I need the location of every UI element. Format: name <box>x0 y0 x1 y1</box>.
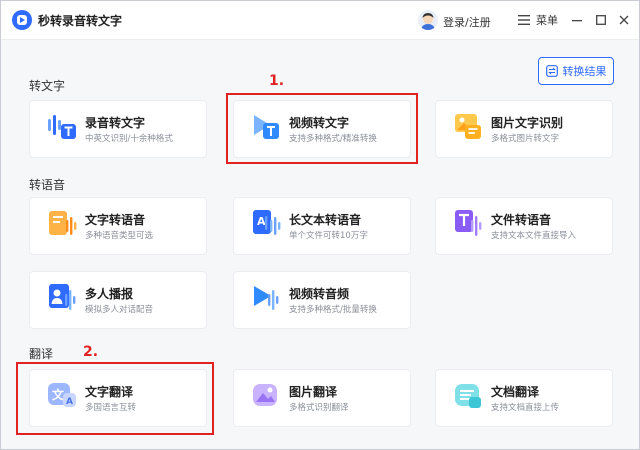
card-subtitle: 多格式图片转文字 <box>491 134 560 144</box>
card-file-to-speech[interactable]: 文件转语音 支持文本文件直接导入 <box>435 197 613 255</box>
card-subtitle: 模拟多人对话配音 <box>85 305 154 315</box>
section-title-to-text: 转文字 <box>29 79 66 93</box>
card-long-text-to-speech[interactable]: A 长文本转语音 单个文件可转10万字 <box>233 197 411 255</box>
conversion-result-label: 转换结果 <box>562 65 607 78</box>
conversion-result-button[interactable]: 转换结果 <box>538 57 614 85</box>
card-multi-voice[interactable]: 多人播报 模拟多人对话配音 <box>29 271 207 329</box>
app-title: 秒转录音转文字 <box>38 14 123 28</box>
annotation-step-2: 2. <box>83 344 99 360</box>
menu-label: 菜单 <box>536 14 558 27</box>
svg-text:A: A <box>257 215 266 228</box>
doc-translate-icon <box>455 384 481 408</box>
text-speech-icon <box>49 211 77 235</box>
minimize-button[interactable] <box>568 11 586 29</box>
login-link[interactable]: 登录/注册 <box>443 14 491 30</box>
card-title: 图片文字识别 <box>491 116 564 130</box>
card-subtitle: 支持多种格式/批量转换 <box>289 305 377 315</box>
menu-icon <box>518 15 530 25</box>
card-subtitle: 单个文件可转10万字 <box>289 231 368 241</box>
menu-button[interactable]: 菜单 <box>518 10 558 30</box>
card-subtitle: 支持文档直接上传 <box>491 403 560 413</box>
card-subtitle: 支持文本文件直接导入 <box>491 231 577 241</box>
card-subtitle: 多种语音类型可选 <box>85 231 154 241</box>
audio-waveform-icon <box>48 115 76 139</box>
highlight-box-2 <box>16 362 214 435</box>
long-text-speech-icon: A <box>253 210 281 235</box>
card-title: 文档翻译 <box>491 385 540 399</box>
maximize-icon <box>596 15 606 25</box>
card-title: 图片翻译 <box>289 385 338 399</box>
avatar[interactable] <box>418 10 438 30</box>
card-title: 多人播报 <box>85 287 134 301</box>
image-translate-icon <box>253 384 277 406</box>
card-subtitle: 多格式识别翻译 <box>289 403 349 413</box>
card-image-translate[interactable]: 图片翻译 多格式识别翻译 <box>233 369 411 427</box>
close-icon <box>619 15 629 25</box>
close-button[interactable] <box>615 11 633 29</box>
card-title: 长文本转语音 <box>289 213 362 227</box>
card-doc-translate[interactable]: 文档翻译 支持文档直接上传 <box>435 369 613 427</box>
card-subtitle: 中英文识别/十余种格式 <box>85 134 173 144</box>
maximize-button[interactable] <box>592 11 610 29</box>
image-text-icon <box>455 114 481 139</box>
file-speech-icon <box>455 210 482 236</box>
section-title-translate: 翻译 <box>29 347 54 361</box>
minimize-icon <box>572 20 582 22</box>
card-audio-to-text[interactable]: 录音转文字 中英文识别/十余种格式 <box>29 100 207 158</box>
card-title: 录音转文字 <box>85 116 146 130</box>
card-image-ocr[interactable]: 图片文字识别 多格式图片转文字 <box>435 100 613 158</box>
section-title-to-speech: 转语音 <box>29 178 66 192</box>
card-title: 文件转语音 <box>491 213 552 227</box>
app-logo-icon <box>12 10 32 30</box>
card-title: 视频转音频 <box>289 287 350 301</box>
card-text-to-speech[interactable]: 文字转语音 多种语音类型可选 <box>29 197 207 255</box>
card-title: 文字转语音 <box>85 213 146 227</box>
result-icon <box>545 65 558 77</box>
highlight-box-1 <box>226 93 418 164</box>
title-bar: 秒转录音转文字 登录/注册 菜单 <box>1 1 639 40</box>
card-video-to-audio[interactable]: 视频转音频 支持多种格式/批量转换 <box>233 271 411 329</box>
multi-voice-icon <box>49 284 76 310</box>
video-audio-icon <box>254 286 279 310</box>
app-window: 秒转录音转文字 登录/注册 菜单 转换结果 转文字 录音转文字 中英文识别/十余… <box>0 0 640 450</box>
annotation-step-1: 1. <box>269 73 285 89</box>
